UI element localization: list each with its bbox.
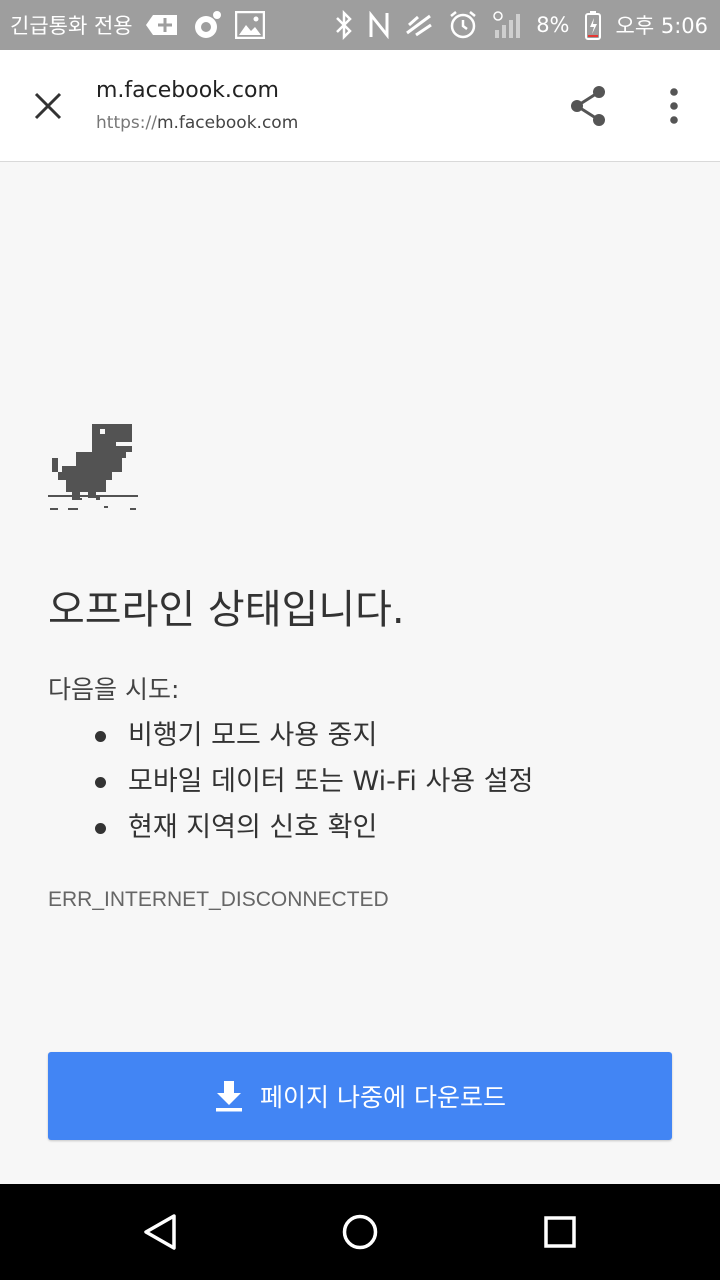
recents-icon [544, 1216, 576, 1248]
back-icon [144, 1214, 176, 1250]
back-button[interactable] [136, 1208, 184, 1256]
add-box-icon [145, 13, 179, 37]
suggestions-list: 비행기 모드 사용 중지 모바일 데이터 또는 Wi-Fi 사용 설정 현재 지… [0, 716, 533, 854]
bullet-icon [95, 731, 106, 742]
list-item: 모바일 데이터 또는 Wi-Fi 사용 설정 [0, 762, 533, 808]
custom-tab-toolbar: m.facebook.com https://m.facebook.com [0, 50, 720, 162]
suggestion-text: 비행기 모드 사용 중지 [128, 720, 378, 751]
bullet-icon [95, 777, 106, 788]
home-button[interactable] [336, 1208, 384, 1256]
status-bar: 긴급통화 전용 8% 오후 5:06 [0, 0, 720, 50]
url-scheme: https:// [96, 113, 157, 133]
data-off-icon [404, 11, 434, 39]
overflow-menu-button[interactable] [652, 82, 696, 130]
battery-icon [584, 10, 602, 40]
page-title-block: m.facebook.com https://m.facebook.com [96, 76, 298, 136]
recents-button[interactable] [536, 1208, 584, 1256]
bullet-icon [95, 823, 106, 834]
camera-icon [191, 9, 223, 41]
bluetooth-icon [334, 10, 354, 40]
home-icon [342, 1214, 378, 1250]
nfc-icon [368, 11, 390, 39]
download-later-button[interactable]: 페이지 나중에 다운로드 [48, 1052, 672, 1140]
download-icon [214, 1080, 244, 1112]
share-button[interactable] [564, 82, 612, 130]
suggestion-text: 현재 지역의 신호 확인 [128, 812, 378, 843]
image-icon [234, 11, 265, 39]
more-vert-icon [670, 88, 678, 124]
url-host: m.facebook.com [156, 113, 299, 133]
clock-text: 오후 5:06 [615, 14, 708, 38]
page-url: https://m.facebook.com [96, 110, 298, 136]
list-item: 현재 지역의 신호 확인 [0, 808, 533, 854]
close-icon [34, 92, 62, 120]
system-nav-bar [0, 1184, 720, 1280]
list-item: 비행기 모드 사용 중지 [0, 716, 533, 762]
dino-icon [48, 422, 138, 516]
signal-icon [492, 10, 522, 40]
page-title: m.facebook.com [96, 78, 279, 103]
offline-heading: 오프라인 상태입니다. [48, 587, 405, 633]
carrier-text: 긴급통화 전용 [10, 14, 133, 38]
share-icon [571, 86, 605, 126]
suggestions-intro: 다음을 시도: [48, 675, 180, 704]
download-later-label: 페이지 나중에 다운로드 [260, 1083, 506, 1112]
close-button[interactable] [26, 84, 70, 128]
alarm-icon [448, 10, 478, 40]
suggestion-text: 모바일 데이터 또는 Wi-Fi 사용 설정 [128, 766, 534, 797]
error-code: ERR_INTERNET_DISCONNECTED [48, 888, 389, 911]
battery-percent: 8% [536, 13, 570, 37]
